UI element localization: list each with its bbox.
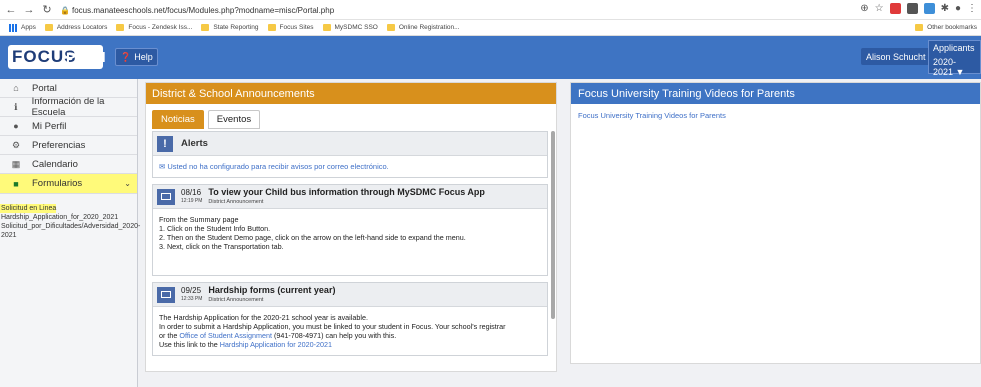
back-arrow-icon[interactable]: ← xyxy=(4,3,18,17)
portal-title: Portal xyxy=(66,49,106,65)
user-icon: ● xyxy=(13,121,19,131)
apps-grid-icon xyxy=(9,23,17,32)
announcements-panel: District & School Announcements Noticias… xyxy=(145,82,557,372)
bookmark-apps[interactable]: Apps xyxy=(9,23,36,32)
tab-noticias[interactable]: Noticias xyxy=(152,110,204,129)
app-header: FOCUS ❓ Help xyxy=(0,36,981,79)
extension-red-icon[interactable] xyxy=(889,3,901,14)
bookmark-mysdmc-sso[interactable]: MySDMC SSO xyxy=(322,24,378,31)
sidebar-item-school-info[interactable]: ℹ Información de la Escuela xyxy=(0,96,137,118)
training-videos-link[interactable]: Focus University Training Videos for Par… xyxy=(571,104,980,127)
sidebar-subitem-online-application[interactable]: Solicitud en Linea xyxy=(0,204,57,213)
office-student-assignment-link[interactable]: Office of Student Assignment xyxy=(179,331,272,340)
news-body: The Hardship Application for the 2020-21… xyxy=(159,313,506,349)
extension-blue-icon[interactable] xyxy=(923,3,935,14)
browser-extension-area: ⊕ ☆ ✱ ● ⋮ xyxy=(860,3,977,14)
news-title: To view your Child bus information throu… xyxy=(208,186,485,205)
forward-arrow-icon[interactable]: → xyxy=(22,3,36,17)
document-icon: ■ xyxy=(13,178,19,189)
applicants-selector[interactable]: Applicants 2020-2021 ▼ xyxy=(928,40,981,77)
calendar-icon: ▦ xyxy=(11,158,21,169)
browser-toolbar: ← → ↻ ⌂ 🔒 focus.manateeschools.net/focus… xyxy=(0,0,981,20)
bookmark-online-registration[interactable]: Online Registration... xyxy=(386,24,460,31)
announcements-feed[interactable]: ! Alerts ✉ Usted no ha configurado para … xyxy=(152,131,548,371)
folder-icon xyxy=(44,24,53,31)
extensions-puzzle-icon[interactable]: ✱ xyxy=(941,3,949,14)
folder-icon xyxy=(267,24,276,31)
sidebar: ⌂ Portal ℹ Información de la Escuela ● Mi P… xyxy=(0,79,140,387)
folder-icon xyxy=(201,24,210,31)
reload-icon[interactable]: ↻ xyxy=(40,3,54,17)
announcements-scrollbar[interactable] xyxy=(551,131,555,319)
other-bookmarks[interactable]: Other bookmarks xyxy=(906,24,977,31)
folder-icon xyxy=(322,24,331,31)
alerts-title: Alerts xyxy=(181,138,208,149)
news-body: From the Summary page 1. Click on the St… xyxy=(159,215,466,251)
address-bar[interactable]: 🔒 focus.manateeschools.net/focus/Modules… xyxy=(60,2,890,18)
announcements-title: District & School Announcements xyxy=(146,83,556,104)
sidebar-subitem-hardship-request[interactable]: Solicitud_por_Dificultades/Adversidad_20… xyxy=(0,222,140,240)
tab-eventos[interactable]: Eventos xyxy=(207,110,261,129)
bookmarks-bar: Apps Address Locators Focus - Zendesk Is… xyxy=(0,20,981,36)
profile-icon[interactable]: ● xyxy=(955,3,961,14)
news-date: 08/16 12:19 PM xyxy=(181,187,203,204)
alerts-card: ! Alerts ✉ Usted no ha configurado para … xyxy=(152,131,548,178)
bookmark-address-locators[interactable]: Address Locators xyxy=(44,24,107,31)
star-icon[interactable]: ☆ xyxy=(875,3,884,14)
training-videos-title: Focus University Training Videos for Par… xyxy=(571,83,980,104)
newspaper-icon xyxy=(157,286,175,303)
menu-dots-icon[interactable]: ⋮ xyxy=(967,3,977,14)
bookmark-state-reporting[interactable]: State Reporting xyxy=(201,24,259,31)
alerts-message-link[interactable]: ✉ Usted no ha configurado para recibir a… xyxy=(153,156,547,177)
sidebar-item-calendar[interactable]: ▦ Calendario xyxy=(0,155,137,174)
sidebar-item-profile[interactable]: ● Mi Perfil xyxy=(0,117,137,136)
folder-icon xyxy=(116,24,125,31)
user-name-button[interactable]: Alison Schucht xyxy=(861,48,931,65)
lock-icon: 🔒 xyxy=(60,6,70,15)
announcement-tabs: Noticias Eventos xyxy=(152,110,261,129)
hardship-application-link[interactable]: Hardship Application for 2020-2021 xyxy=(220,340,332,349)
extension-grey-icon[interactable] xyxy=(906,3,918,14)
warning-icon: ! xyxy=(157,135,173,152)
school-year-select[interactable]: 2020-2021 ▼ xyxy=(933,57,976,77)
news-date: 09/25 12:33 PM xyxy=(181,285,203,302)
chevron-down-icon[interactable]: ⌄ xyxy=(124,179,131,188)
sidebar-item-preferences[interactable]: ⚙ Preferencias xyxy=(0,136,137,155)
news-card-hardship: 09/25 12:33 PM Hardship forms (current ye… xyxy=(152,282,548,356)
help-button[interactable]: ❓ Help xyxy=(115,48,158,66)
gear-icon: ⚙ xyxy=(11,139,21,150)
home-icon: ⌂ xyxy=(13,83,19,93)
training-videos-panel: Focus University Training Videos for Par… xyxy=(570,82,981,364)
news-title: Hardship forms (current year) District An… xyxy=(208,284,336,303)
folder-icon xyxy=(386,24,395,31)
info-icon: ℹ xyxy=(14,101,18,112)
bookmark-zendesk[interactable]: Focus - Zendesk Iss... xyxy=(116,24,192,31)
help-icon: ❓ xyxy=(120,51,132,62)
sidebar-item-forms[interactable]: ■ Formularios ⌄ xyxy=(0,174,137,194)
sidebar-subitem-hardship-application[interactable]: Hardship_Application_for_2020_2021 xyxy=(0,213,137,222)
bookmark-focus-sites[interactable]: Focus Sites xyxy=(267,24,314,31)
applicants-label: Applicants xyxy=(933,43,975,53)
folder-icon xyxy=(915,24,924,31)
url-text: focus.manateeschools.net/focus/Modules.p… xyxy=(72,5,335,15)
newspaper-icon xyxy=(157,188,175,205)
news-card-bus: 08/16 12:19 PM To view your Child bus inf… xyxy=(152,184,548,276)
zoom-icon[interactable]: ⊕ xyxy=(860,3,868,14)
